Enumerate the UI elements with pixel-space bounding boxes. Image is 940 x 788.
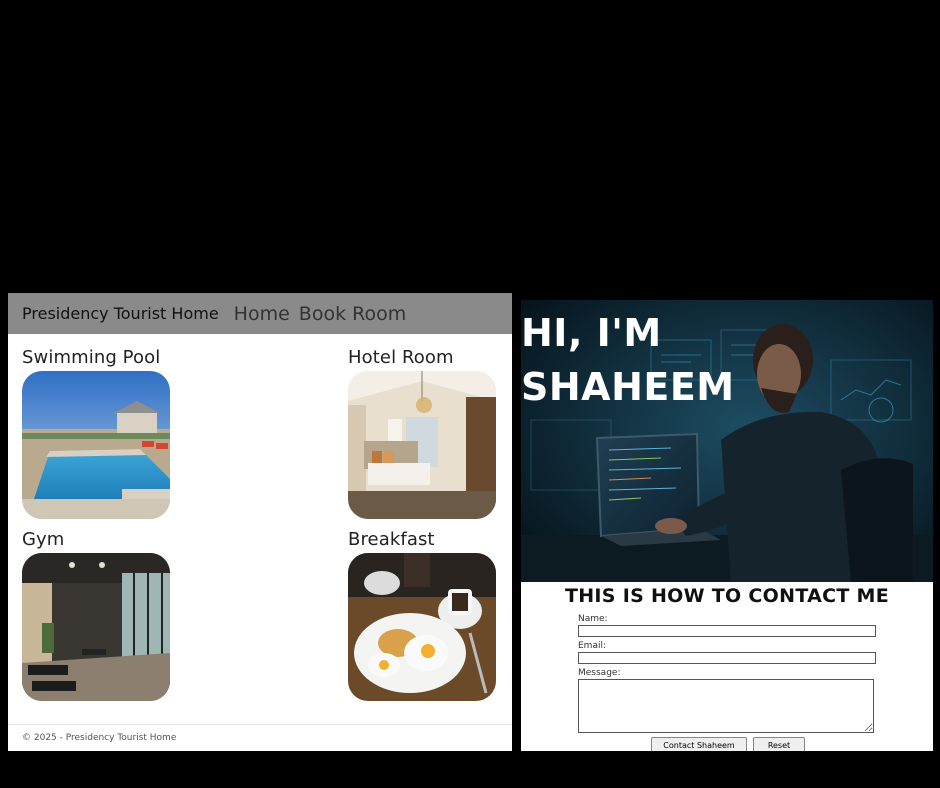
- navbar: Presidency Tourist Home Home Book Room: [8, 293, 512, 334]
- contact-form: Name: Email: Message: Contact Shaheem Re…: [578, 613, 878, 751]
- card-gym: Gym: [22, 527, 170, 701]
- card-title: Hotel Room: [348, 347, 454, 368]
- copyright-text: © 2025 - Presidency Tourist Home: [22, 733, 177, 743]
- card-swimming-pool: Swimming Pool: [22, 345, 170, 519]
- email-field[interactable]: [578, 652, 876, 664]
- card-hotel-room: Hotel Room: [348, 345, 496, 519]
- form-buttons: Contact Shaheem Reset: [578, 737, 878, 751]
- card-breakfast: Breakfast: [348, 527, 496, 701]
- message-field[interactable]: [578, 679, 874, 733]
- hotel-site-window: Presidency Tourist Home Home Book Room S…: [8, 293, 512, 751]
- contact-submit-button[interactable]: Contact Shaheem: [651, 737, 747, 751]
- hotel-room-photo: [348, 371, 496, 519]
- hero-banner: HI, I'M SHAHEEM: [521, 300, 933, 582]
- hero-heading: HI, I'M SHAHEEM: [521, 306, 735, 414]
- brand-link[interactable]: Presidency Tourist Home: [22, 304, 219, 323]
- card-title: Swimming Pool: [22, 347, 161, 368]
- nav-book-room-link[interactable]: Book Room: [299, 303, 406, 325]
- name-label: Name:: [578, 614, 608, 624]
- gym-photo: [22, 553, 170, 701]
- swimming-pool-photo: [22, 371, 170, 519]
- nav-home-link[interactable]: Home: [234, 303, 290, 325]
- footer: © 2025 - Presidency Tourist Home: [8, 724, 512, 751]
- reset-button[interactable]: Reset: [753, 737, 805, 751]
- name-field[interactable]: [578, 625, 876, 637]
- hero-line-1: HI, I'M: [521, 311, 662, 355]
- card-title: Breakfast: [348, 529, 435, 550]
- email-label: Email:: [578, 641, 607, 651]
- breakfast-photo: [348, 553, 496, 701]
- portfolio-window: HI, I'M SHAHEEM THIS IS HOW TO CONTACT M…: [521, 300, 933, 751]
- contact-heading: THIS IS HOW TO CONTACT ME: [564, 585, 890, 607]
- card-title: Gym: [22, 529, 65, 550]
- hero-line-2: SHAHEEM: [521, 365, 735, 409]
- message-label: Message:: [578, 668, 621, 678]
